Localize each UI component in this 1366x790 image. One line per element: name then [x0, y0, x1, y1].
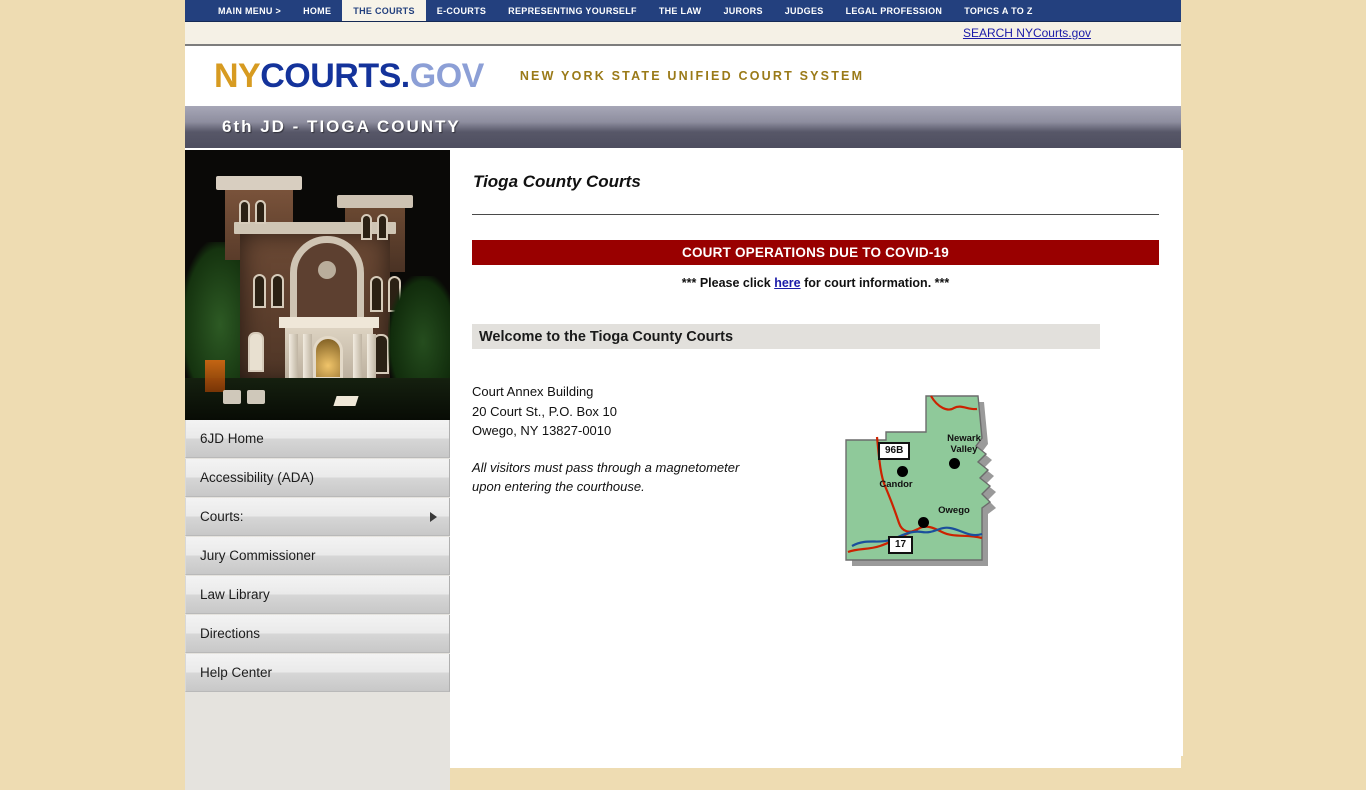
court-information-link[interactable]: here [774, 276, 800, 290]
nav-item-legal-profession[interactable]: LEGAL PROFESSION [835, 0, 954, 21]
ground-lamp-2 [247, 390, 265, 404]
site-branding: NYCOURTS.GOV NEW YORK STATE UNIFIED COUR… [185, 46, 1181, 106]
magnetometer-notice-line-2: upon entering the courthouse. [472, 478, 645, 494]
sidebar-menu: 6JD Home Accessibility (ADA) Courts: Jur… [185, 420, 450, 790]
search-strip: SEARCH NYCourts.gov [185, 22, 1181, 46]
county-title: 6th JD - TIOGA COUNTY [222, 117, 461, 136]
site-tagline: NEW YORK STATE UNIFIED COURT SYSTEM [519, 69, 865, 83]
foreground-light-glow [205, 360, 225, 392]
map-label-owego: Owego [928, 505, 980, 516]
map-dot-newark-valley [949, 458, 960, 469]
map-label-line-2: Valley [950, 444, 978, 455]
primary-navigation: MAIN MENU > HOME THE COURTS E-COURTS REP… [185, 0, 1181, 22]
courthouse-photo [185, 150, 450, 420]
tower-window-3 [361, 214, 372, 240]
sidebar-item-directions[interactable]: Directions [185, 615, 450, 653]
ground-lamp-1 [223, 390, 241, 404]
address-line-3: Owego, NY 13827-0010 [472, 423, 612, 438]
nav-item-home[interactable]: HOME [292, 0, 342, 21]
logo-courts-text: COURTS [260, 57, 401, 95]
court-info-section: Court Annex Building 20 Court St., P.O. … [472, 382, 1159, 572]
courthouse-entrance-door [313, 336, 343, 380]
portico-column-3 [353, 334, 362, 384]
map-label-candor: Candor [868, 479, 924, 490]
county-title-bar: 6th JD - TIOGA COUNTY [185, 106, 1181, 150]
portico-column-2 [303, 334, 312, 384]
tower-window-1 [239, 200, 250, 224]
sidebar-item-label: Help Center [200, 665, 273, 680]
map-label-line-1: Owego [938, 505, 970, 516]
alert-note-prefix: *** Please click [681, 276, 771, 290]
sidebar-item-help-center[interactable]: Help Center [185, 654, 450, 692]
address-line-1: Court Annex Building [472, 384, 594, 399]
courthouse-central-arch [290, 236, 364, 324]
facade-window-3 [370, 276, 383, 312]
search-site-link[interactable]: SEARCH NYCourts.gov [963, 26, 1091, 40]
address-line-2: 20 Court St., P.O. Box 10 [472, 403, 618, 419]
tower-window-2 [255, 200, 266, 224]
logo-gov-text: GOV [409, 57, 485, 95]
portico-column-1 [289, 334, 298, 384]
nav-item-main-menu[interactable]: MAIN MENU > [207, 0, 292, 21]
page-columns: 6JD Home Accessibility (ADA) Courts: Jur… [185, 150, 1183, 790]
tower-window-4 [377, 214, 388, 240]
sidebar-item-jury-commissioner[interactable]: Jury Commissioner [185, 537, 450, 575]
nav-item-topics-a-to-z[interactable]: TOPICS A TO Z [953, 0, 1043, 21]
facade-window-5 [248, 332, 264, 372]
welcome-heading-bar: Welcome to the Tioga County Courts [472, 324, 1100, 349]
sidebar-item-label: Directions [200, 626, 261, 641]
facade-window-2 [271, 274, 284, 308]
portico-column-4 [367, 334, 376, 384]
tioga-county-map: Newark Valley Candor Owego 96B 17 [830, 382, 1010, 572]
welcome-heading: Welcome to the Tioga County Courts [479, 328, 734, 345]
chevron-right-icon [430, 511, 437, 522]
site-page: MAIN MENU > HOME THE COURTS E-COURTS REP… [185, 0, 1183, 790]
page-title: Tioga County Courts [473, 172, 641, 191]
sidebar-item-courts[interactable]: Courts: [185, 498, 450, 536]
map-label-newark-valley: Newark Valley [933, 433, 995, 455]
nav-item-representing-yourself[interactable]: REPRESENTING YOURSELF [497, 0, 648, 21]
sidebar-item-6jd-home[interactable]: 6JD Home [185, 420, 450, 458]
nycourts-logo[interactable]: NYCOURTS.GOV [214, 59, 484, 93]
sidebar-item-label: 6JD Home [200, 431, 264, 446]
nav-item-jurors[interactable]: JURORS [712, 0, 773, 21]
map-label-line-1: Newark [947, 433, 981, 444]
sidebar-item-label: Accessibility (ADA) [200, 470, 315, 485]
logo-dot-text: . [400, 57, 410, 95]
magnetometer-notice: All visitors must pass through a magneto… [472, 458, 802, 496]
map-dot-owego [918, 517, 929, 528]
map-dot-candor [897, 466, 908, 477]
sidebar-filler [185, 692, 450, 790]
county-map-svg [845, 395, 996, 566]
covid-alert-banner: COURT OPERATIONS DUE TO COVID-19 [472, 240, 1159, 265]
sidebar: 6JD Home Accessibility (ADA) Courts: Jur… [185, 150, 450, 790]
sidebar-item-accessibility[interactable]: Accessibility (ADA) [185, 459, 450, 497]
sidebar-item-label: Jury Commissioner [200, 548, 316, 563]
nav-item-the-courts[interactable]: THE COURTS [342, 0, 426, 21]
sidebar-item-law-library[interactable]: Law Library [185, 576, 450, 614]
magnetometer-notice-line-1: All visitors must pass through a magneto… [472, 459, 740, 475]
nav-item-e-courts[interactable]: E-COURTS [426, 0, 497, 21]
route-shield-17: 17 [888, 536, 914, 554]
map-label-line-1: Candor [879, 479, 913, 490]
court-address-block: Court Annex Building 20 Court St., P.O. … [472, 382, 802, 572]
route-shield-96b: 96B [878, 442, 911, 460]
ground-lamp-3 [333, 396, 359, 406]
sidebar-item-label: Law Library [200, 587, 270, 602]
logo-ny-text: NY [214, 57, 261, 95]
sidebar-item-label: Courts: [200, 509, 244, 524]
main-content: Tioga County Courts COURT OPERATIONS DUE… [450, 150, 1183, 756]
covid-alert-note: *** Please click here for court informat… [472, 276, 1159, 290]
alert-note-suffix: for court information. *** [804, 276, 950, 290]
title-divider [472, 214, 1159, 215]
nav-item-judges[interactable]: JUDGES [774, 0, 835, 21]
facade-window-1 [253, 274, 266, 308]
nav-item-the-law[interactable]: THE LAW [648, 0, 713, 21]
